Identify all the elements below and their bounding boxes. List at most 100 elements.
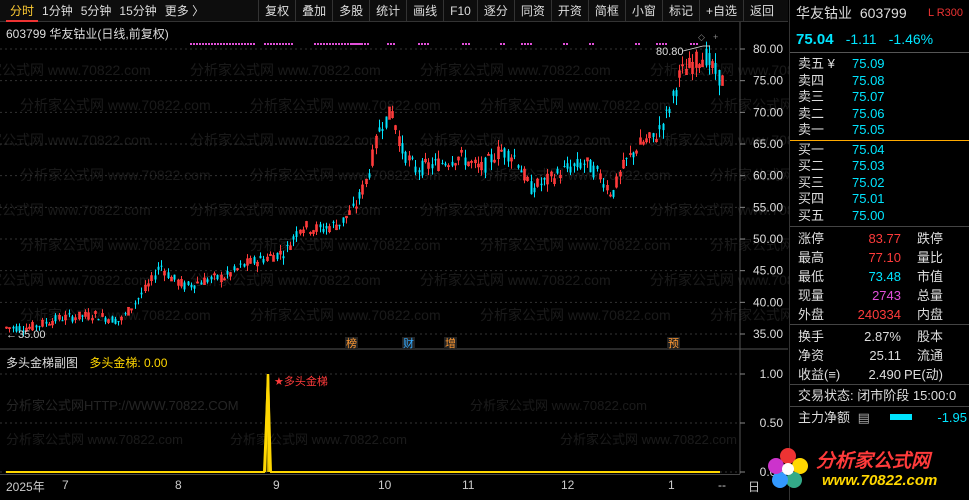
candle-body [421, 160, 424, 176]
stat-right-label: 跌停 [916, 231, 943, 246]
stat-label: 净资 [798, 348, 825, 363]
orderbook-label: 买一 [798, 141, 825, 157]
y-axis-label: 45.00 [753, 264, 783, 278]
candle-body [592, 165, 595, 178]
candle-body [583, 163, 586, 165]
time-axis-label: 11 [462, 478, 475, 492]
signal-marker [418, 43, 420, 45]
event-tag[interactable]: 财 [403, 336, 414, 350]
time-axis-scroll[interactable]: -- [718, 478, 726, 492]
menu-icon[interactable]: ▤ [858, 410, 870, 425]
signal-marker [387, 43, 389, 45]
candle-body [226, 271, 229, 275]
time-axis-label: 12 [561, 478, 575, 492]
watermark-text: 分析家公式网 www.70822.com [560, 432, 737, 447]
candle-body [193, 285, 196, 289]
orderbook-label: 卖二 [798, 105, 825, 121]
signal-marker [241, 43, 243, 45]
stat-row: 净资 25.11 流通 [790, 346, 969, 365]
signal-marker [696, 43, 698, 45]
stat-value: 77.10 [868, 250, 901, 265]
signal-marker [291, 43, 293, 45]
candle-body [54, 315, 57, 322]
candle-body [233, 266, 236, 271]
candle-body [632, 152, 635, 158]
watermark-text: 分析家公式网 www.70822.com [420, 272, 611, 288]
signal-marker [693, 43, 695, 45]
signal-marker [190, 43, 192, 45]
time-axis-label: 2025年 [6, 480, 45, 494]
stat-label: 涨停 [798, 231, 825, 246]
signal-marker [267, 43, 269, 45]
signal-marker [530, 43, 532, 45]
stat-row: 外盘 240334 内盘 [790, 305, 969, 324]
stat-value: 240334 [857, 307, 901, 322]
main-flow-row[interactable]: 主力净额 ▤ -1.95 [790, 406, 969, 428]
candle-body [596, 166, 599, 169]
time-axis-period[interactable]: 日 [748, 478, 760, 495]
signal-marker [635, 43, 637, 45]
watermark-text: 分析家公式网 www.70822.com [480, 167, 671, 183]
watermark-text: 分析家公式网 www.70822.com [190, 202, 381, 218]
candle-body [38, 326, 41, 328]
watermark-text: 分析家公式网 www.70822.com [0, 62, 151, 78]
candle-body [708, 53, 711, 65]
stock-code: 603799 [859, 5, 907, 21]
stat-row: 收益(≡) 2.490 PE(动) [790, 365, 969, 384]
y-axis-label: 60.00 [753, 169, 783, 183]
signal-marker [253, 43, 255, 45]
event-tag[interactable]: 预 [668, 337, 679, 350]
flower-logo-icon [768, 448, 808, 488]
time-axis-label: 7 [62, 478, 69, 492]
orderbook-price: 75.03 [852, 158, 885, 173]
candle-body [520, 170, 523, 173]
watermark-text: 分析家公式网 www.70822.com [190, 132, 381, 148]
candle-body [612, 190, 615, 197]
price-change: -1.11 [845, 31, 877, 47]
orderbook-row: 买三 75.02 [790, 175, 969, 192]
signal-marker [344, 43, 346, 45]
candle-body [124, 313, 127, 315]
signal-marker [341, 43, 343, 45]
signal-marker [355, 43, 357, 45]
signal-marker [503, 43, 505, 45]
watermark-text: 分析家公式网 www.70822.com [480, 307, 671, 323]
candle-body [117, 321, 120, 323]
event-tag[interactable]: 榜 [346, 336, 357, 350]
candle-body [507, 150, 510, 162]
candle-body [533, 187, 536, 193]
candle-body [530, 181, 533, 195]
event-tag[interactable]: 增 [445, 336, 456, 350]
signal-marker [424, 43, 426, 45]
candle-body [342, 217, 345, 223]
orderbook-row: 卖三 75.07 [790, 89, 969, 106]
signal-marker [217, 43, 219, 45]
orderbook-row: 卖二 75.06 [790, 106, 969, 123]
orderbook-row: 买四 75.01 [790, 191, 969, 208]
y-axis-label: 65.00 [753, 137, 783, 151]
signal-marker [638, 43, 640, 45]
candle-body [579, 162, 582, 169]
candle-body [173, 274, 176, 280]
main-flow-label: 主力净额 [798, 410, 851, 425]
candle-body [167, 272, 170, 278]
orderbook-row: 卖四 75.08 [790, 73, 969, 90]
watermark-text: 分析家公式网 www.70822.com [0, 272, 151, 288]
candle-body [292, 236, 295, 240]
candle-body [200, 282, 203, 285]
candle-body [414, 166, 417, 173]
candle-body [140, 292, 143, 295]
orderbook-price: 75.05 [852, 122, 885, 137]
candle-body [513, 155, 516, 157]
stat-label: 最高 [798, 250, 825, 265]
stat-label: 外盘 [798, 307, 825, 322]
signal-marker [196, 43, 198, 45]
signal-marker [563, 43, 565, 45]
stock-chart-window: { "toolbar": { "timeframes": ["分时", "1分钟… [0, 0, 969, 500]
subpanel-title[interactable]: 多头金梯副图 [6, 356, 78, 370]
signal-marker [662, 43, 664, 45]
signal-marker [223, 43, 225, 45]
candle-body [160, 265, 163, 267]
signal-marker [527, 43, 529, 45]
candle-body [282, 256, 285, 259]
